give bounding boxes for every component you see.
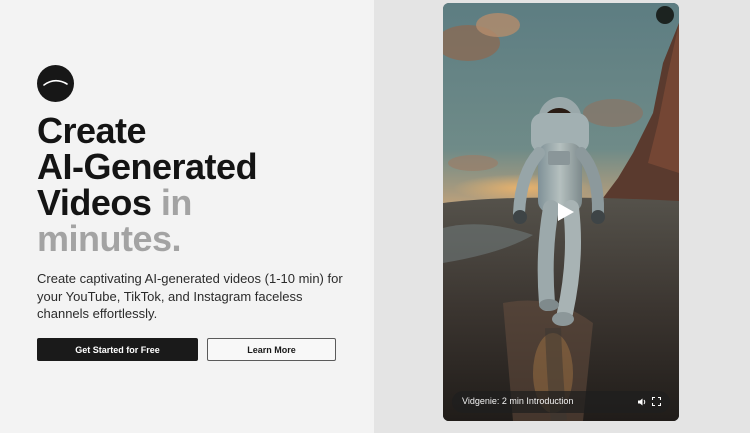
- hero-section: Create AI-Generated Videos in minutes. C…: [0, 0, 374, 433]
- play-icon[interactable]: [554, 201, 576, 223]
- get-started-button[interactable]: Get Started for Free: [37, 338, 198, 361]
- hero-headline: Create AI-Generated Videos in minutes.: [37, 110, 258, 259]
- logo-icon: [37, 65, 74, 102]
- headline-line-4: minutes.: [37, 218, 182, 259]
- headline-line-3-dark: Videos: [37, 182, 152, 223]
- video-controls: Vidgenie: 2 min Introduction: [452, 391, 670, 413]
- hero-description: Create captivating AI-generated videos (…: [37, 271, 343, 321]
- fullscreen-icon[interactable]: [652, 397, 661, 406]
- headline-line-2: AI-Generated: [37, 146, 258, 187]
- video-title: Vidgenie: 2 min Introduction: [462, 396, 574, 406]
- headline-line-1: Create: [37, 110, 147, 151]
- volume-icon[interactable]: [637, 397, 647, 407]
- learn-more-button[interactable]: Learn More: [207, 338, 336, 361]
- headline-line-3-muted: in: [151, 182, 192, 223]
- headline-line-3: Videos in: [37, 185, 257, 221]
